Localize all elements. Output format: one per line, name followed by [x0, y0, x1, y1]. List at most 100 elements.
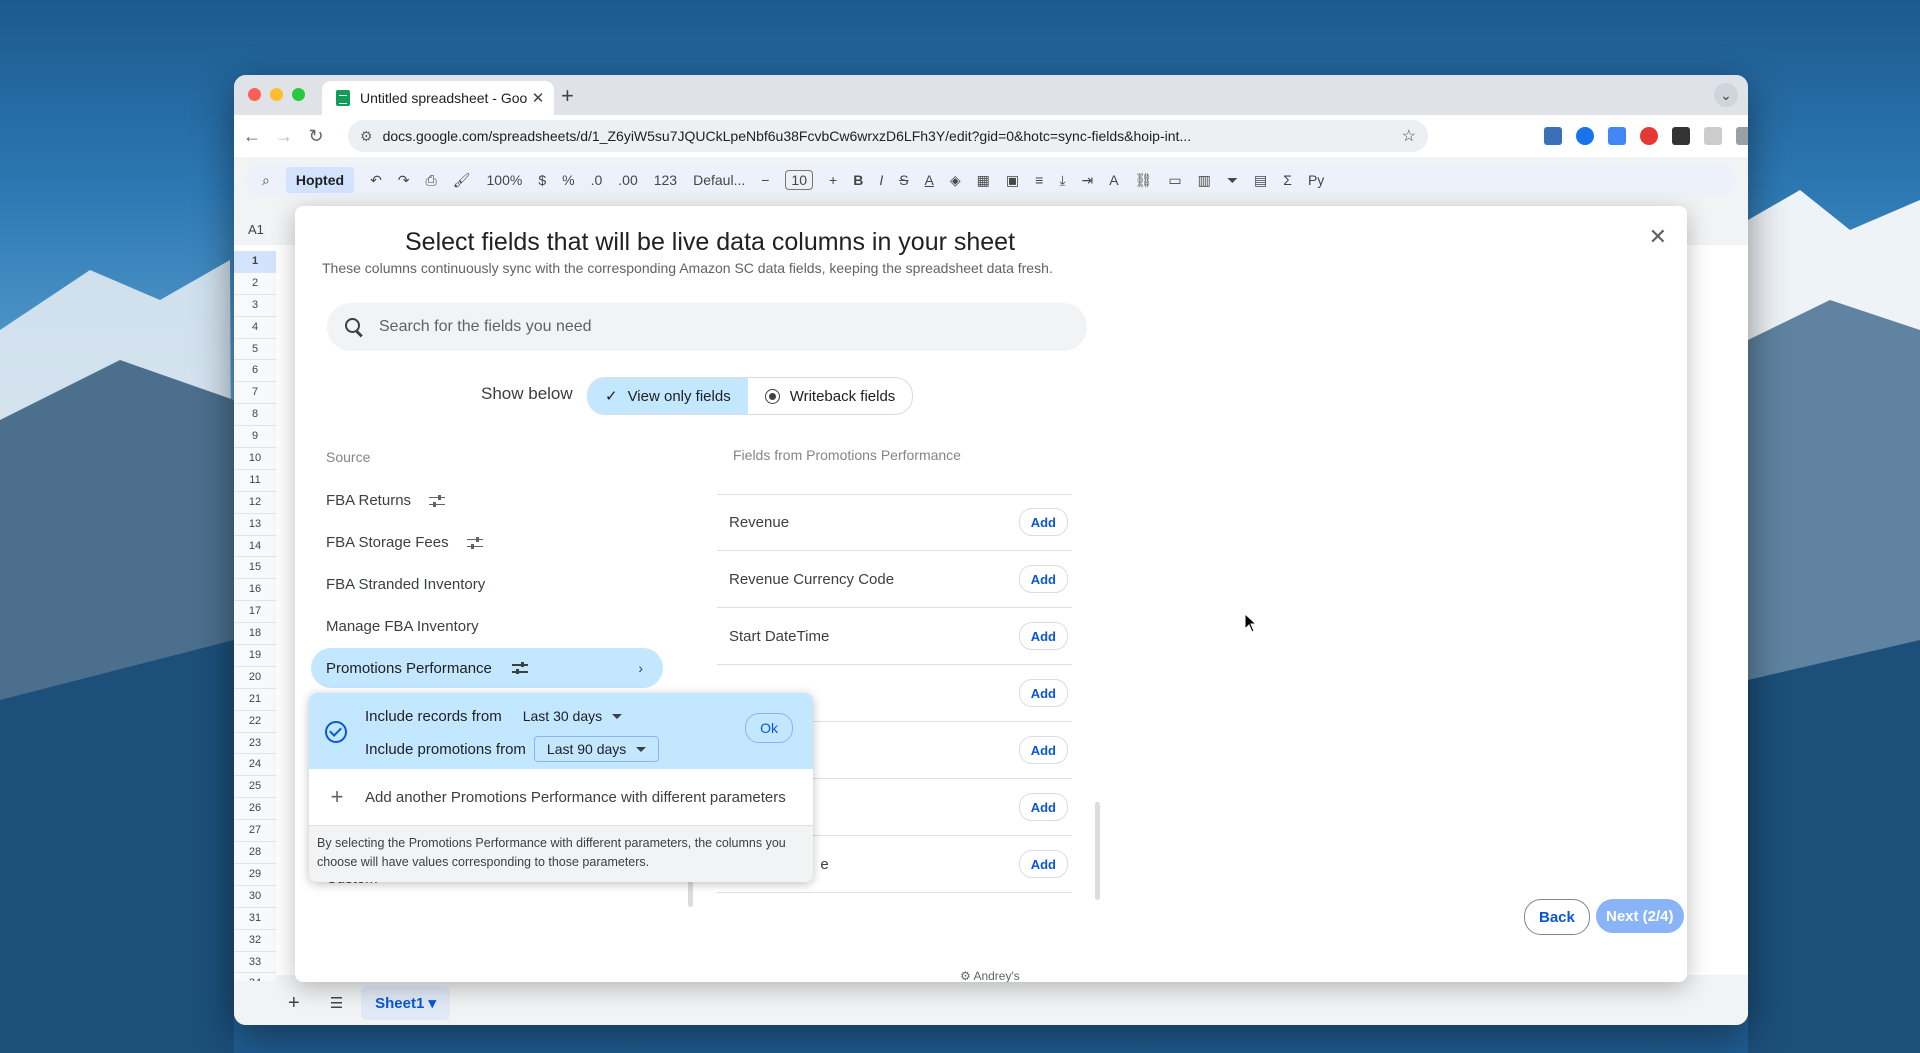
add-field-button[interactable]: Add [1018, 793, 1068, 821]
browser-tab[interactable]: Untitled spreadsheet - Googl ✕ [322, 81, 554, 115]
rotate-icon[interactable]: A [1109, 172, 1118, 188]
functions-icon[interactable]: Σ [1283, 172, 1292, 188]
writeback-fields-toggle[interactable]: Writeback fields [748, 378, 913, 414]
add-field-button[interactable]: Add [1018, 736, 1068, 764]
row-header[interactable]: 3 [234, 294, 276, 317]
row-header[interactable]: 19 [234, 645, 276, 667]
row-header[interactable]: 16 [234, 579, 276, 602]
vertical-align-icon[interactable]: ⤓ [1059, 172, 1065, 189]
records-range-select[interactable]: Last 30 days [509, 703, 636, 729]
tab-search-icon[interactable]: ⌄ [1714, 83, 1738, 107]
source-item-promotions-performance[interactable]: Promotions Performance › [311, 648, 663, 688]
row-header[interactable]: 17 [234, 601, 276, 624]
extension-icon[interactable] [1544, 127, 1562, 145]
add-field-button[interactable]: Add [1018, 565, 1068, 593]
row-header[interactable]: 18 [234, 623, 276, 646]
extension-icon[interactable] [1672, 127, 1690, 145]
reload-icon[interactable]: ↻ [302, 126, 330, 147]
row-header[interactable]: 15 [234, 557, 276, 580]
search-menus-icon[interactable]: ⌕ [262, 172, 270, 189]
extension-icon[interactable] [1704, 127, 1722, 145]
sheet-tab[interactable]: Sheet1 ▾ [361, 986, 451, 1020]
row-header[interactable]: 20 [234, 666, 276, 689]
parameters-icon[interactable] [466, 536, 483, 550]
row-header[interactable]: 5 [234, 338, 276, 361]
back-button[interactable]: Back [1524, 899, 1590, 935]
add-another-source-button[interactable]: + Add another Promotions Performance wit… [309, 769, 813, 826]
row-header[interactable]: 10 [234, 448, 276, 470]
search-input[interactable] [377, 317, 1087, 337]
print-icon[interactable]: ⎙ [426, 172, 437, 189]
row-header[interactable]: 6 [234, 360, 276, 383]
font-size-minus-icon[interactable]: − [761, 172, 769, 188]
close-icon[interactable]: ✕ [1649, 224, 1667, 250]
row-header[interactable]: 8 [234, 404, 276, 427]
parameters-icon[interactable] [511, 661, 528, 675]
row-header[interactable]: 13 [234, 513, 276, 536]
row-header[interactable]: 32 [234, 929, 276, 952]
forward-icon[interactable]: → [270, 126, 298, 147]
currency-button[interactable]: $ [538, 172, 546, 188]
decrease-decimal-button[interactable]: .0 [591, 172, 603, 188]
new-tab-icon[interactable]: + [561, 83, 574, 109]
bold-icon[interactable]: B [853, 172, 863, 188]
row-header[interactable]: 4 [234, 316, 276, 339]
paint-format-icon[interactable]: 🖌 [453, 172, 471, 189]
close-window-button[interactable] [248, 88, 261, 101]
row-header[interactable]: 2 [234, 272, 276, 295]
row-header[interactable]: 1 [234, 251, 276, 273]
minimize-window-button[interactable] [270, 88, 283, 101]
row-header[interactable]: 9 [234, 426, 276, 449]
row-header[interactable]: 21 [234, 688, 276, 711]
row-header[interactable]: 29 [234, 863, 276, 886]
italic-icon[interactable]: I [879, 172, 883, 188]
zoom-select[interactable]: 100% [487, 172, 523, 188]
add-field-button[interactable]: Add [1018, 622, 1068, 650]
row-header[interactable]: 23 [234, 732, 276, 755]
row-header[interactable]: 28 [234, 842, 276, 864]
source-item-fba-storage-fees[interactable]: FBA Storage Fees [326, 534, 483, 551]
undo-icon[interactable]: ↶ [370, 172, 382, 189]
fields-scrollbar[interactable] [1095, 802, 1100, 900]
font-size-plus-icon[interactable]: + [829, 172, 837, 188]
borders-icon[interactable]: ▦ [977, 172, 990, 189]
next-button[interactable]: Next (2/4) [1596, 899, 1684, 933]
extension-icon[interactable] [1608, 127, 1626, 145]
row-header[interactable]: 7 [234, 382, 276, 405]
row-header[interactable]: 27 [234, 820, 276, 843]
row-header[interactable]: 12 [234, 491, 276, 514]
site-info-icon[interactable]: ⚙ [360, 128, 373, 145]
add-sheet-icon[interactable]: + [288, 992, 300, 1015]
row-header[interactable]: 24 [234, 754, 276, 777]
address-bar[interactable]: ⚙ docs.google.com/spreadsheets/d/1_Z6yiW… [348, 120, 1428, 152]
wrap-icon[interactable]: ⇥ [1082, 172, 1094, 189]
row-header[interactable]: 26 [234, 798, 276, 821]
input-tools-icon[interactable]: Ру [1308, 172, 1324, 188]
source-item-fba-stranded-inventory[interactable]: FBA Stranded Inventory [326, 576, 485, 593]
source-item-fba-returns[interactable]: FBA Returns [326, 492, 446, 509]
row-header[interactable]: 11 [234, 469, 276, 492]
row-header[interactable]: 30 [234, 885, 276, 908]
chart-icon[interactable]: ▥ [1198, 172, 1211, 189]
row-header[interactable]: 33 [234, 951, 276, 974]
comment-icon[interactable]: ▭ [1168, 172, 1181, 189]
row-header[interactable]: 14 [234, 535, 276, 558]
add-field-button[interactable]: Add [1018, 508, 1068, 536]
row-header[interactable]: 31 [234, 907, 276, 930]
filter-views-icon[interactable]: ▤ [1254, 172, 1267, 189]
back-icon[interactable]: ← [238, 126, 266, 147]
increase-decimal-button[interactable]: .00 [618, 172, 637, 188]
merge-icon[interactable]: ▣ [1006, 172, 1019, 189]
extension-icon[interactable] [1640, 127, 1658, 145]
add-field-button[interactable]: Add [1018, 679, 1068, 707]
text-color-icon[interactable]: A [925, 172, 934, 188]
promotions-range-select[interactable]: Last 90 days [533, 736, 660, 762]
percent-button[interactable]: % [562, 172, 574, 188]
extension-icon[interactable] [1576, 127, 1594, 145]
align-icon[interactable]: ≡ [1035, 172, 1043, 188]
add-field-button[interactable]: Add [1018, 850, 1068, 878]
view-only-fields-toggle[interactable]: ✓ View only fields [588, 378, 748, 414]
link-icon[interactable]: ⛓ [1135, 172, 1153, 189]
name-box[interactable]: A1 [248, 222, 264, 237]
bookmark-star-icon[interactable]: ☆ [1402, 126, 1416, 146]
